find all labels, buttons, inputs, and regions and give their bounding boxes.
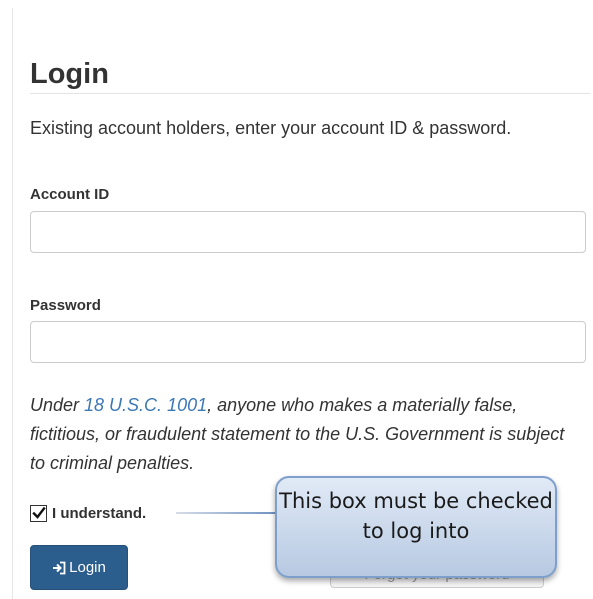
title-divider (30, 93, 590, 94)
login-button-label: Login (69, 559, 106, 576)
account-id-label: Account ID (30, 186, 110, 203)
sign-in-icon (52, 561, 66, 575)
understand-checkbox[interactable] (30, 504, 47, 522)
login-button[interactable]: Login (30, 545, 128, 590)
warning-prefix: Under (30, 395, 85, 415)
legal-warning: Under 18 U.S.C. 1001, anyone who makes a… (30, 391, 565, 478)
callout-pointer (176, 512, 280, 514)
password-field[interactable] (30, 321, 586, 363)
callout-text: This box must be checked to log into (279, 489, 553, 543)
page-title: Login (30, 58, 109, 90)
instruction-callout: This box must be checked to log into (275, 476, 557, 578)
password-label: Password (30, 297, 101, 314)
understand-row: I understand. (30, 502, 146, 524)
understand-label: I understand. (52, 504, 147, 522)
account-id-field[interactable] (30, 211, 586, 253)
intro-text: Existing account holders, enter your acc… (30, 118, 512, 138)
checkmark-icon (31, 506, 46, 519)
usc-1001-link[interactable]: 18 U.S.C. 1001 (84, 395, 207, 415)
